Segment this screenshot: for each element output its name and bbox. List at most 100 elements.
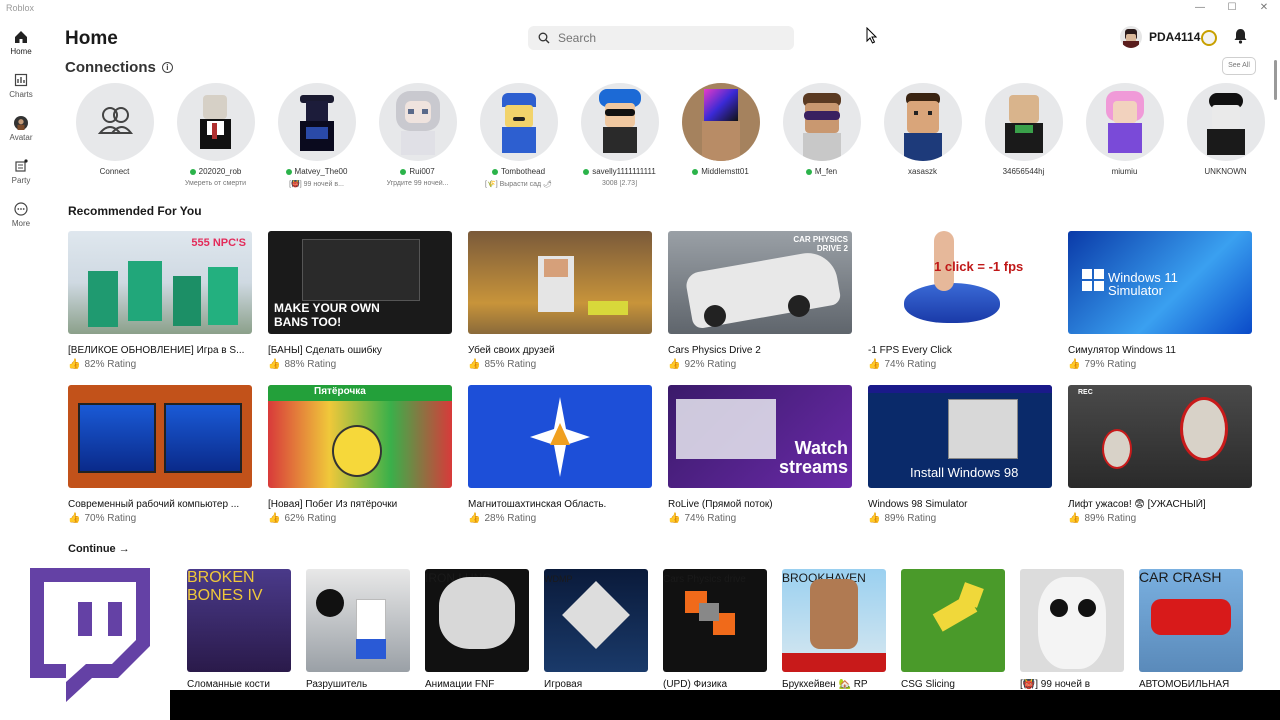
game-thumbnail: CAR CRASH: [1139, 569, 1243, 672]
sidebar-item-more[interactable]: More: [0, 188, 42, 231]
sidebar-item-charts[interactable]: Charts: [0, 59, 42, 102]
friend-avatar: [1085, 83, 1164, 161]
continue-item[interactable]: [👹] 99 ночей в: [1020, 569, 1139, 690]
friend-avatar: [1186, 83, 1265, 161]
friend-item[interactable]: UNKNOWN: [1175, 83, 1276, 188]
game-card[interactable]: 555 NPC'S [ВЕЛИКОЕ ОБНОВЛЕНИЕ] Игра в S.…: [68, 231, 252, 370]
see-all-button[interactable]: See All: [1222, 57, 1256, 75]
continue-item[interactable]: BROKEN BONES IV Сломанные кости: [187, 569, 306, 690]
game-card[interactable]: Современный рабочий компьютер ... 👍 70% R…: [68, 385, 252, 524]
window-title: Roblox: [6, 3, 35, 13]
minimize-icon[interactable]: —: [1184, 0, 1216, 16]
game-card[interactable]: CAR PHYSICS DRIVE 2 Cars Physics Drive 2…: [668, 231, 852, 370]
friend-name: savelly1111111111: [592, 167, 656, 176]
friend-item[interactable]: 202020_rob Умереть от смерти: [165, 83, 266, 188]
friend-name: Tombothead: [500, 167, 546, 176]
connections-heading: Connections i: [65, 59, 173, 76]
friend-name: miumiu: [1111, 167, 1138, 176]
friend-item[interactable]: M_fen: [771, 83, 872, 188]
sidebar-item-label: Home: [10, 47, 32, 56]
game-thumbnail: CAR PHYSICS DRIVE 2: [668, 231, 852, 334]
online-indicator: [491, 168, 498, 175]
friend-name: 34656544hj: [1002, 167, 1045, 176]
game-card[interactable]: Убей своих друзей 👍 85% Rating: [468, 231, 652, 370]
game-title: Брукхейвен 🏡 RP: [782, 679, 868, 690]
friend-item[interactable]: 34656544hj: [973, 83, 1074, 188]
game-card[interactable]: Install Windows 98 Windows 98 Simulator …: [868, 385, 1052, 524]
continue-heading[interactable]: Continue →: [68, 543, 130, 555]
continue-item[interactable]: IRON LUNG Анимации FNF: [425, 569, 544, 690]
game-thumbnail: 1 click = -1 fps: [868, 231, 1052, 334]
game-thumbnail: [306, 569, 410, 672]
friend-item[interactable]: Tombothead [🌾] Вырасти сад 🌶: [468, 83, 569, 188]
game-title: RoLive (Прямой поток): [668, 499, 773, 510]
friend-item[interactable]: Middlemstt01: [670, 83, 771, 188]
game-card[interactable]: Пятёрочка [Новая] Побег Из пятёрочки 👍 62…: [268, 385, 452, 524]
game-card[interactable]: 1 click = -1 fps -1 FPS Every Click 👍 74%…: [868, 231, 1052, 370]
continue-item[interactable]: WDMP Игровая: [544, 569, 663, 690]
sidebar-item-avatar[interactable]: Avatar: [0, 102, 42, 145]
online-indicator: [189, 168, 196, 175]
game-card[interactable]: MAKE YOUR OWN BANS TOO! [БАНЫ] Сделать о…: [268, 231, 452, 370]
friend-item[interactable]: miumiu: [1074, 83, 1175, 188]
stream-black-bar: [170, 690, 1280, 720]
online-indicator: [583, 168, 590, 175]
sidebar-item-home[interactable]: Home: [0, 16, 42, 59]
connect-button[interactable]: Connect: [64, 83, 165, 188]
friend-name: 202020_rob: [198, 167, 242, 176]
game-rating: 89% Rating: [884, 513, 937, 524]
game-card[interactable]: Магнитошахтинская Область. 👍 28% Rating: [468, 385, 652, 524]
game-card[interactable]: REC Лифт ужасов! 😨 [УЖАСНЫЙ] 👍 89% Rating: [1068, 385, 1252, 524]
close-icon[interactable]: ✕: [1248, 0, 1280, 16]
friend-item[interactable]: xasaszk: [872, 83, 973, 188]
search-bar[interactable]: [528, 26, 794, 50]
friend-avatar: [580, 83, 659, 161]
search-input[interactable]: [558, 31, 778, 45]
sidebar-item-party[interactable]: Party: [0, 145, 42, 188]
notification-bell-icon[interactable]: [1233, 28, 1248, 44]
connections-list: Connect 202020_rob Умереть от смерти Mat…: [64, 83, 1276, 188]
friend-item[interactable]: Matvey_The00 [👹] 99 ночей в...: [266, 83, 367, 188]
thumbs-up-icon: 👍: [668, 359, 681, 370]
sidebar-item-label: Avatar: [9, 133, 33, 142]
info-icon[interactable]: i: [161, 62, 173, 73]
continue-item[interactable]: BROOKHAVEN Брукхейвен 🏡 RP: [782, 569, 901, 690]
game-title: [👹] 99 ночей в: [1020, 679, 1090, 690]
friend-item[interactable]: Rui007 Угрдите 99 ночей...: [367, 83, 468, 188]
game-title: [БАНЫ] Сделать ошибку: [268, 345, 382, 356]
more-icon: [14, 202, 28, 216]
game-thumbnail: IRON LUNG: [425, 569, 529, 672]
user-profile[interactable]: PDA4114: [1120, 26, 1200, 48]
game-art-text: CAR CRASH: [1139, 569, 1222, 585]
sidebar: Home Charts Avatar Party More: [0, 16, 42, 546]
game-card[interactable]: Windows 11 Simulator Симулятор Windows 1…: [1068, 231, 1252, 370]
continue-item[interactable]: Разрушитель: [306, 569, 425, 690]
game-art-text: Watch streams: [778, 438, 848, 477]
thumbs-up-icon: 👍: [668, 513, 681, 524]
recommended-title: Recommended For You: [68, 204, 202, 218]
friend-avatar: [883, 83, 962, 161]
game-thumbnail: Watch streams: [668, 385, 852, 488]
game-title: Cars Physics Drive 2: [668, 345, 761, 356]
continue-item[interactable]: Cars Physics drive (UPD) Физика: [663, 569, 782, 690]
game-thumbnail: [468, 231, 652, 334]
friend-status: Угрдите 99 ночей...: [386, 180, 449, 187]
game-art-text: Пятёрочка: [314, 386, 366, 397]
continue-item[interactable]: CSG Slicing: [901, 569, 1020, 690]
robux-icon[interactable]: [1201, 30, 1217, 46]
game-card[interactable]: Watch streams RoLive (Прямой поток) 👍 74%…: [668, 385, 852, 524]
continue-item[interactable]: CAR CRASH АВТОМОБИЛЬНАЯ: [1139, 569, 1258, 690]
game-rating: 74% Rating: [884, 359, 937, 370]
title-bar: Roblox — ☐ ✕: [0, 0, 1280, 16]
game-thumbnail: MAKE YOUR OWN BANS TOO!: [268, 231, 452, 334]
game-thumbnail: [68, 385, 252, 488]
party-icon: [15, 159, 28, 172]
friend-name: Connect: [99, 167, 130, 176]
maximize-icon[interactable]: ☐: [1216, 0, 1248, 16]
game-title: Анимации FNF: [425, 679, 495, 690]
friend-item[interactable]: savelly1111111111 3008 [2.73]: [569, 83, 670, 188]
game-art-text: 555 NPC'S: [191, 237, 246, 249]
friend-avatar: [984, 83, 1063, 161]
game-rating: 92% Rating: [684, 359, 737, 370]
scrollbar[interactable]: [1274, 60, 1277, 100]
